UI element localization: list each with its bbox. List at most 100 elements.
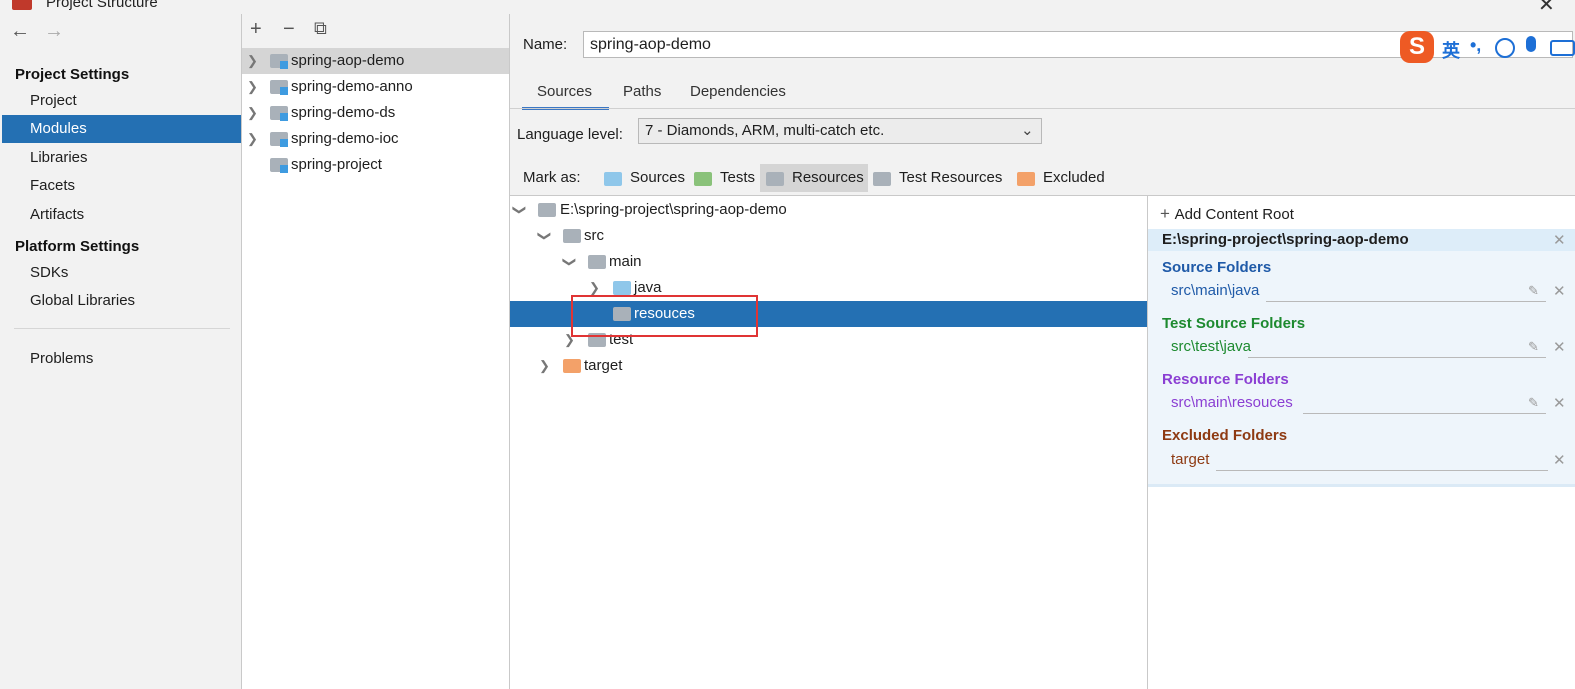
tree-label: src: [584, 227, 604, 244]
excluded-folder-item[interactable]: target: [1171, 451, 1209, 468]
resources-folder-icon: [766, 172, 784, 186]
remove-icon[interactable]: ✕: [1553, 338, 1566, 356]
language-level-label: Language level:: [517, 126, 623, 143]
chevron-down-icon[interactable]: ❯: [531, 231, 557, 242]
chevron-right-icon[interactable]: ❯: [247, 100, 258, 126]
module-item[interactable]: ❯ spring-demo-ioc: [242, 126, 509, 152]
mark-as-excluded-button[interactable]: Excluded: [1011, 164, 1109, 192]
window-title: Project Structure: [46, 0, 158, 11]
remove-icon[interactable]: ✕: [1553, 451, 1566, 469]
platform-settings-header: Platform Settings: [15, 238, 140, 255]
source-folder-item[interactable]: src\main\java: [1171, 282, 1259, 299]
remove-icon[interactable]: −: [283, 18, 295, 41]
module-item[interactable]: ❯ spring-aop-demo: [242, 48, 509, 74]
back-arrow-icon[interactable]: ←: [10, 20, 30, 43]
module-folder-icon: [270, 80, 288, 95]
nav-item-facets[interactable]: Facets: [2, 172, 241, 200]
ime-logo-icon[interactable]: S: [1400, 31, 1434, 63]
module-name: spring-demo-ds: [291, 104, 396, 121]
module-name: spring-demo-ioc: [291, 130, 399, 147]
chevron-down-icon[interactable]: ❯: [556, 257, 582, 268]
modules-toolbar: + − ⧉: [242, 14, 509, 48]
ime-punctuation-toggle[interactable]: •,: [1470, 35, 1481, 56]
ime-lang-toggle[interactable]: 英: [1442, 37, 1460, 63]
remove-icon[interactable]: ✕: [1553, 394, 1566, 412]
highlight-box: [571, 295, 758, 337]
sources-folder-icon: [604, 172, 622, 186]
module-folder-icon: [270, 54, 288, 69]
item-underline: [1248, 357, 1546, 358]
item-underline: [1216, 470, 1548, 471]
remove-root-icon[interactable]: ✕: [1553, 231, 1566, 249]
chevron-right-icon[interactable]: ❯: [247, 126, 258, 152]
tab-paths[interactable]: Paths: [623, 82, 661, 110]
item-underline: [1266, 301, 1546, 302]
chevron-down-icon: ⌄: [1021, 122, 1034, 139]
chevron-right-icon[interactable]: ❯: [247, 74, 258, 100]
microphone-icon[interactable]: [1526, 36, 1536, 52]
source-folder-icon: [613, 281, 631, 295]
mark-as-test-resources-button[interactable]: Test Resources: [867, 164, 1006, 192]
close-icon[interactable]: ✕: [1538, 0, 1555, 14]
tests-folder-icon: [694, 172, 712, 186]
folder-icon: [538, 203, 556, 217]
nav-item-project[interactable]: Project: [2, 87, 241, 115]
mark-label: Excluded: [1043, 169, 1105, 186]
test-source-folder-item[interactable]: src\test\java: [1171, 338, 1251, 355]
test-source-folders-header: Test Source Folders: [1162, 315, 1306, 332]
tree-node-main[interactable]: ❯ main: [510, 249, 1147, 275]
name-label: Name:: [523, 36, 568, 53]
emoji-icon[interactable]: [1495, 38, 1515, 58]
chevron-right-icon[interactable]: ❯: [539, 353, 550, 379]
mark-label: Resources: [792, 169, 864, 186]
copy-icon[interactable]: ⧉: [314, 18, 327, 39]
nav-item-global-libraries[interactable]: Global Libraries: [2, 287, 241, 315]
tab-dependencies[interactable]: Dependencies: [690, 82, 786, 110]
language-level-select[interactable]: 7 - Diamonds, ARM, multi-catch etc. ⌄: [638, 118, 1042, 144]
app-icon: [12, 0, 32, 10]
test-resources-folder-icon: [873, 172, 891, 186]
resource-folder-item[interactable]: src\main\resouces: [1171, 394, 1293, 411]
edit-icon[interactable]: ✎: [1528, 283, 1539, 299]
tree-node-src[interactable]: ❯ src: [510, 223, 1147, 249]
excluded-folders-header: Excluded Folders: [1162, 427, 1288, 444]
forward-arrow-icon[interactable]: →: [44, 20, 64, 43]
nav-item-libraries[interactable]: Libraries: [2, 144, 241, 172]
mark-as-sources-button[interactable]: Sources: [598, 164, 689, 192]
chevron-right-icon[interactable]: ❯: [247, 48, 258, 74]
mark-as-tests-button[interactable]: Tests: [688, 164, 759, 192]
mark-as-resources-button[interactable]: Resources: [760, 164, 868, 192]
add-icon[interactable]: +: [250, 18, 262, 41]
module-item[interactable]: spring-project: [242, 152, 509, 178]
mark-as-label: Mark as:: [523, 169, 581, 186]
excluded-folder-icon: [563, 359, 581, 373]
tree-node-root[interactable]: ❯ E:\spring-project\spring-aop-demo: [510, 197, 1147, 223]
nav-item-sdks[interactable]: SDKs: [2, 259, 241, 287]
content-root-block: E:\spring-project\spring-aop-demo ✕ Sour…: [1148, 229, 1575, 487]
edit-icon[interactable]: ✎: [1528, 339, 1539, 355]
module-item[interactable]: ❯ spring-demo-ds: [242, 100, 509, 126]
add-content-root-label: Add Content Root: [1174, 206, 1294, 223]
tab-sources[interactable]: Sources: [522, 82, 609, 110]
mark-label: Test Resources: [899, 169, 1003, 186]
tree-label: main: [609, 253, 642, 270]
remove-icon[interactable]: ✕: [1553, 282, 1566, 300]
tree-node-target[interactable]: ❯ target: [510, 353, 1147, 379]
tree-label: target: [584, 357, 623, 374]
mark-label: Sources: [630, 169, 686, 186]
keyboard-icon[interactable]: [1550, 40, 1575, 56]
module-name: spring-aop-demo: [291, 52, 405, 69]
chevron-down-icon[interactable]: ❯: [506, 205, 532, 216]
nav-divider: [14, 328, 230, 329]
nav-item-problems[interactable]: Problems: [2, 345, 241, 373]
modules-panel: + − ⧉ ❯ spring-aop-demo ❯ spring-demo-an…: [242, 14, 510, 689]
edit-icon[interactable]: ✎: [1528, 395, 1539, 411]
tree-label: E:\spring-project\spring-aop-demo: [560, 201, 787, 218]
module-folder-icon: [270, 158, 288, 173]
add-content-root-button[interactable]: + Add Content Root: [1160, 204, 1294, 224]
nav-item-artifacts[interactable]: Artifacts: [2, 201, 241, 229]
nav-item-modules[interactable]: Modules: [2, 115, 241, 143]
content-root-path: E:\spring-project\spring-aop-demo: [1148, 229, 1575, 251]
module-item[interactable]: ❯ spring-demo-anno: [242, 74, 509, 100]
plus-icon: +: [1160, 204, 1175, 223]
